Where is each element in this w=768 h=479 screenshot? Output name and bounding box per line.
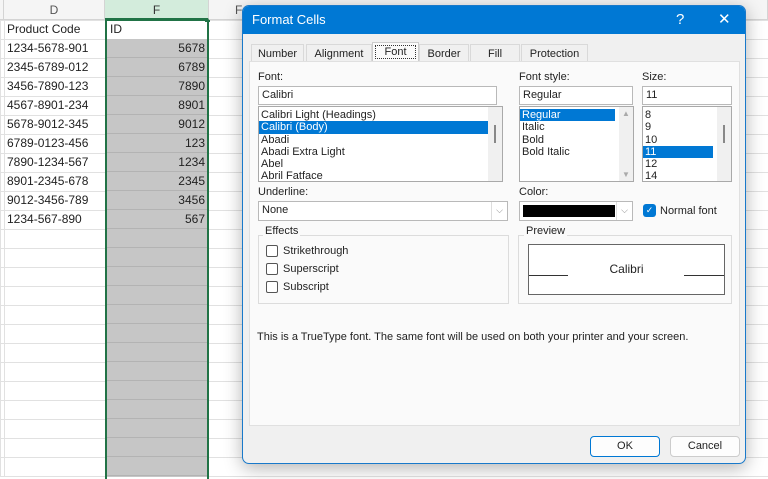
size-input[interactable]: 11 (642, 86, 732, 105)
close-icon[interactable]: ✕ (718, 6, 731, 34)
font-option[interactable]: Calibri Light (Headings) (259, 109, 502, 121)
id-cell[interactable]: 123 (108, 134, 205, 153)
scroll-up-icon[interactable]: ▲ (622, 109, 630, 118)
column-header-e[interactable]: F (105, 0, 209, 20)
strikethrough-label: Strikethrough (283, 245, 349, 257)
id-cell[interactable]: 567 (108, 210, 205, 229)
style-option[interactable]: Bold Italic (520, 146, 633, 158)
font-style-label: Font style: (519, 71, 570, 83)
product-code-cell[interactable]: 1234-5678-901 (7, 39, 88, 58)
font-style-list[interactable]: Regular Italic Bold Bold Italic ▲ ▼ (519, 106, 634, 182)
id-cell[interactable]: 9012 (108, 115, 205, 134)
tab-number[interactable]: Number (251, 44, 304, 62)
font-option-selected[interactable]: Calibri (Body) (259, 121, 488, 134)
effects-label: Effects (263, 225, 301, 237)
chevron-down-icon[interactable]: ⌵ (616, 202, 632, 220)
dialog-title: Format Cells (252, 12, 326, 27)
cell-d1[interactable]: Product Code (7, 20, 80, 39)
font-option[interactable]: Abril Fatface (259, 170, 502, 181)
style-option[interactable]: Italic (520, 121, 633, 133)
strikethrough-checkbox[interactable] (266, 245, 278, 257)
product-code-cell[interactable]: 6789-0123-456 (7, 134, 88, 153)
id-cell[interactable]: 3456 (108, 191, 205, 210)
color-picker[interactable]: ⌵ (519, 201, 633, 221)
font-style-input[interactable]: Regular (519, 86, 633, 105)
font-label: Font: (258, 71, 284, 83)
size-list[interactable]: 8 9 10 11 12 14 (642, 106, 732, 182)
product-code-cell[interactable]: 8901-2345-678 (7, 172, 88, 191)
id-cell[interactable]: 1234 (108, 153, 205, 172)
id-cell[interactable]: 5678 (108, 39, 205, 58)
subscript-checkbox[interactable] (266, 281, 278, 293)
preview-box: Calibri (528, 244, 725, 295)
normal-font-label: Normal font (660, 205, 717, 217)
id-cell[interactable]: 6789 (108, 58, 205, 77)
font-info-text: This is a TrueType font. The same font w… (257, 331, 689, 343)
product-code-cell[interactable]: 1234-567-890 (7, 210, 82, 229)
style-option[interactable]: Bold (520, 134, 633, 146)
product-code-cell[interactable]: 5678-9012-345 (7, 115, 88, 134)
superscript-checkbox[interactable] (266, 263, 278, 275)
font-list-scrollbar[interactable] (488, 107, 502, 181)
font-option[interactable]: Abadi Extra Light (259, 146, 502, 158)
underline-label: Underline: (258, 186, 309, 198)
column-header-d[interactable]: D (4, 0, 105, 20)
normal-font-checkbox[interactable]: ✓ (643, 204, 656, 217)
cell-e1[interactable]: ID (110, 20, 122, 39)
tab-border[interactable]: Border (419, 44, 469, 62)
chevron-down-icon[interactable]: ⌵ (491, 202, 507, 220)
color-swatch (523, 205, 615, 217)
product-code-cell[interactable]: 4567-8901-234 (7, 96, 88, 115)
subscript-label: Subscript (283, 281, 329, 293)
help-button[interactable]: ? (676, 6, 684, 34)
font-option[interactable]: Abel (259, 158, 502, 170)
tab-font-label: Font (375, 45, 416, 59)
font-input[interactable]: Calibri (258, 86, 497, 105)
style-option-selected[interactable]: Regular (520, 109, 615, 122)
style-list-scrollbar[interactable]: ▲ ▼ (619, 107, 633, 181)
product-code-cell[interactable]: 9012-3456-789 (7, 191, 88, 210)
cancel-button[interactable]: Cancel (670, 436, 740, 457)
tab-font[interactable]: Font (372, 42, 419, 63)
preview-text: Calibri (609, 262, 644, 276)
dialog-title-bar: Format Cells ? ✕ (243, 6, 745, 34)
id-cell[interactable]: 7890 (108, 77, 205, 96)
product-code-cell[interactable]: 7890-1234-567 (7, 153, 88, 172)
product-code-cell[interactable]: 2345-6789-012 (7, 58, 88, 77)
size-list-scrollbar[interactable] (717, 107, 731, 181)
underline-value: None (262, 204, 289, 216)
tab-fill[interactable]: Fill (470, 44, 520, 62)
font-list[interactable]: Calibri Light (Headings) Calibri (Body) … (258, 106, 503, 182)
preview-label: Preview (524, 225, 568, 237)
tab-protection[interactable]: Protection (521, 44, 588, 62)
tab-alignment[interactable]: Alignment (306, 44, 372, 62)
size-label: Size: (642, 71, 667, 83)
scroll-down-icon[interactable]: ▼ (622, 170, 630, 179)
id-cell[interactable]: 8901 (108, 96, 205, 115)
superscript-label: Superscript (283, 263, 339, 275)
product-code-cell[interactable]: 3456-7890-123 (7, 77, 88, 96)
font-option[interactable]: Abadi (259, 134, 502, 146)
id-cell[interactable]: 2345 (108, 172, 205, 191)
color-label: Color: (519, 186, 549, 198)
ok-button[interactable]: OK (590, 436, 660, 457)
underline-select[interactable]: None ⌵ (258, 201, 508, 221)
size-option-selected[interactable]: 11 (643, 145, 713, 159)
format-cells-dialog: Format Cells ? ✕ Number Alignment Font B… (242, 5, 746, 464)
